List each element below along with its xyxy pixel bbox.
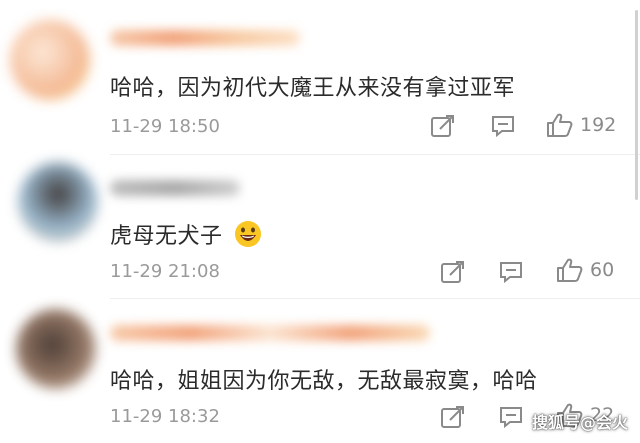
like-button[interactable]: 60 (556, 257, 614, 283)
username-blurred[interactable] (110, 180, 240, 196)
thumbs-up-icon (557, 258, 583, 282)
thumbs-up-icon (547, 113, 573, 137)
comment-reply-icon (500, 407, 522, 429)
comment-reply-icon (500, 262, 522, 284)
share-button[interactable] (440, 260, 466, 284)
username-blurred[interactable] (110, 30, 300, 46)
avatar[interactable] (10, 20, 90, 100)
reply-button[interactable] (490, 114, 516, 138)
comment-reply-icon (492, 116, 514, 138)
share-icon (441, 406, 464, 428)
username-blurred[interactable] (110, 325, 430, 341)
share-icon (431, 115, 454, 137)
like-count: 60 (590, 259, 615, 281)
share-icon (441, 261, 464, 283)
comment-timestamp: 11-29 21:08 (110, 261, 220, 282)
reply-button[interactable] (498, 405, 524, 429)
watermark: 搜狐号@会火 (531, 413, 628, 432)
scrollbar[interactable] (635, 10, 638, 200)
like-button[interactable]: 192 (546, 112, 616, 138)
comment-text-content: 虎母无犬子 (110, 224, 223, 249)
comment-item-2: 虎母无犬子 11-29 21:08 60 (0, 150, 640, 295)
reply-button[interactable] (498, 260, 524, 284)
comment-text: 虎母无犬子 (110, 218, 262, 250)
comment-text: 哈哈，姐姐因为你无敌，无敌最寂寞，哈哈 (110, 369, 538, 394)
grinning-sweat-emoji-icon (235, 221, 262, 247)
comment-timestamp: 11-29 18:50 (110, 116, 220, 137)
comment-text: 哈哈，因为初代大魔王从来没有拿过亚军 (110, 76, 516, 101)
share-button[interactable] (430, 114, 456, 138)
avatar[interactable] (18, 162, 98, 242)
comment-item-1: 哈哈，因为初代大魔王从来没有拿过亚军 11-29 18:50 192 (0, 0, 640, 150)
comment-timestamp: 11-29 18:32 (110, 406, 220, 427)
share-button[interactable] (440, 405, 466, 429)
avatar[interactable] (16, 309, 96, 389)
like-count: 192 (580, 114, 617, 136)
